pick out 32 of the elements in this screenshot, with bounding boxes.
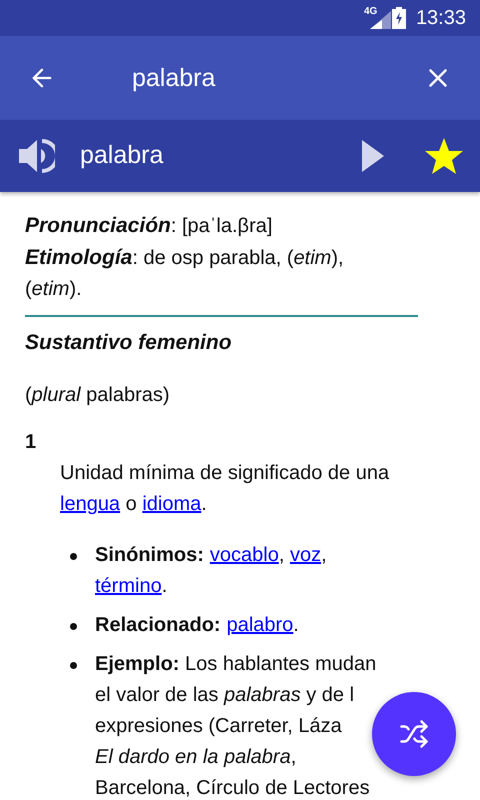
- battery-icon: [392, 7, 406, 29]
- example-text: el valor de las palabras y de l: [95, 683, 356, 708]
- example-text: El dardo en la palabra,: [95, 745, 298, 770]
- example-text: expresiones (Carreter, Láza: [95, 714, 343, 739]
- definition-text: Unidad mínima de significado de una lengua o idioma.: [59, 461, 390, 517]
- sense-number: 1: [25, 430, 38, 455]
- shuffle-icon: [399, 719, 429, 749]
- etymology-text: Etimología: de osp parabla, (etim), (etim).: [25, 245, 345, 302]
- headword-text: palabra: [80, 140, 164, 172]
- bullet-icon: [70, 553, 77, 560]
- speaker-icon: [17, 138, 55, 174]
- bullet-icon: [70, 662, 77, 669]
- bullet-text: Sinónimos: vocablo, voz, término.: [95, 543, 328, 599]
- shuffle-button[interactable]: [372, 692, 456, 776]
- pronunciation-text: Pronunciación: [paˈla.βra]: [25, 213, 274, 239]
- example-text: Ejemplo: Los hablantes mudan: [95, 652, 376, 677]
- play-icon: [362, 140, 384, 172]
- example-text: Barcelona, Círculo de Lectores: [95, 776, 371, 800]
- search-bar[interactable]: palabra: [0, 36, 480, 120]
- part-of-speech-heading: Sustantivo femenino: [25, 330, 233, 356]
- word-link[interactable]: idioma: [142, 493, 202, 515]
- word-link[interactable]: vocablo: [210, 544, 279, 566]
- bullet-icon: [70, 623, 77, 630]
- clock-time: 13:33: [416, 6, 466, 31]
- bullet-text: Relacionado: palabro.: [95, 613, 299, 638]
- word-link[interactable]: lengua: [60, 493, 120, 515]
- network-label: 4G: [364, 4, 378, 18]
- plural-text: (plural palabras): [25, 383, 171, 408]
- speaker-button[interactable]: [16, 136, 56, 176]
- word-link[interactable]: voz: [290, 544, 322, 566]
- word-link[interactable]: término: [95, 575, 162, 597]
- word-link[interactable]: palabro: [226, 614, 294, 636]
